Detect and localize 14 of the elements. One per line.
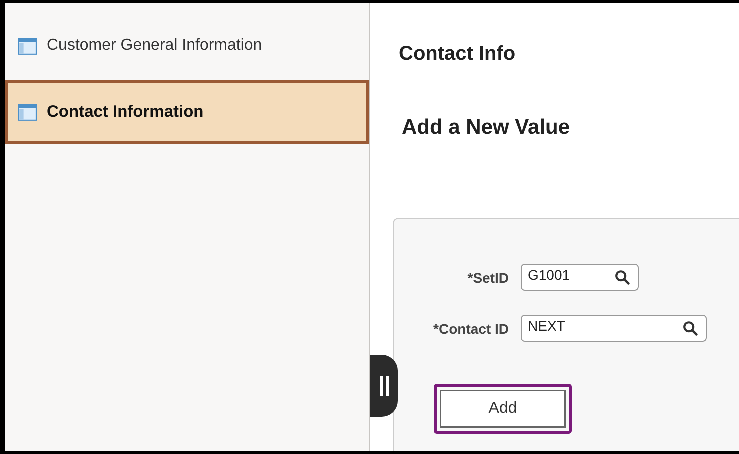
input-field[interactable]: NEXT	[521, 315, 707, 342]
add-button[interactable]: Add	[434, 384, 572, 434]
section-heading: Add a New Value	[402, 116, 572, 140]
page-icon	[18, 38, 37, 54]
field-label: *Contact ID	[432, 320, 509, 336]
search-icon[interactable]	[615, 270, 630, 285]
page-icon	[18, 104, 37, 120]
page-title: Contact Info	[399, 43, 517, 66]
sidebar-item[interactable]: Contact Information	[5, 80, 369, 144]
input-field[interactable]: G1001	[521, 264, 639, 291]
field-label: *SetID	[466, 270, 509, 286]
sidebar-item[interactable]: Customer General Information	[5, 14, 369, 78]
collapse-handle[interactable]	[370, 355, 398, 417]
search-icon[interactable]	[683, 321, 698, 336]
